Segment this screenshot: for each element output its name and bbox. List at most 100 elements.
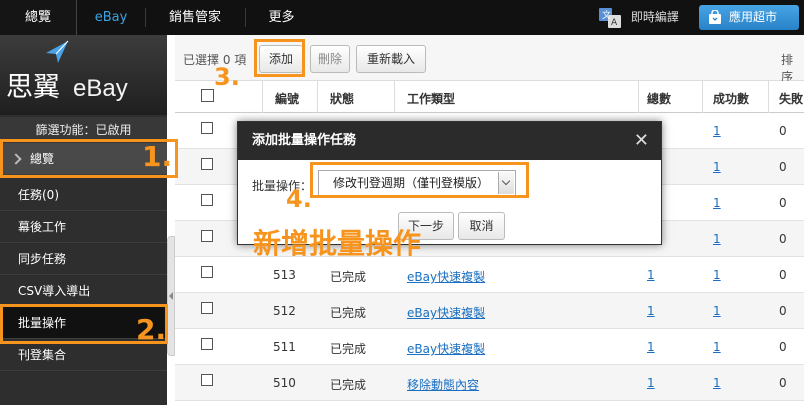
annotation-highlight-select [310, 162, 529, 198]
nav-tab-overview[interactable]: 總覽 [0, 0, 77, 35]
cell-status: 已完成 [330, 306, 367, 320]
svg-text:A: A [611, 18, 618, 28]
sidebar-item-label: 刊登集合 [18, 348, 67, 362]
annotation-step-3: 3. [214, 63, 240, 91]
column-divider [638, 81, 639, 113]
cell-success-link[interactable]: 1 [713, 340, 721, 354]
column-divider [317, 81, 318, 113]
cell-job-type-link[interactable]: 移除動態內容 [407, 376, 479, 393]
column-divider [394, 81, 395, 113]
sidebar-item-label: 幕後工作 [18, 220, 67, 234]
dialog-header: 添加批量操作任務 ✕ [238, 122, 661, 160]
table-header: 編號 狀態 工作類型 總數 成功數 失敗 [175, 81, 804, 113]
instant-translate-link[interactable]: 文 A 即時編譯 [599, 6, 679, 28]
cell-failed: 0 [779, 232, 787, 246]
app-store-button[interactable]: 應用超市 [699, 5, 799, 30]
annotation-step-2: 2. [136, 313, 167, 346]
brand-logo: 思翼 eBay [0, 35, 167, 115]
paper-plane-icon [46, 40, 69, 63]
column-header-job-type[interactable]: 工作類型 [407, 90, 455, 107]
sidebar-item-tasks[interactable]: 任務(0) [0, 179, 167, 211]
column-divider [262, 81, 263, 113]
row-checkbox[interactable] [201, 122, 213, 134]
collapse-arrow-icon [169, 292, 173, 300]
cell-success-link[interactable]: 1 [713, 376, 721, 390]
cell-success-link[interactable]: 1 [713, 268, 721, 282]
brand-name: 思翼 [6, 72, 60, 103]
nav-tab-ebay[interactable]: eBay [77, 0, 145, 35]
sidebar-item-label: CSV導入導出 [18, 284, 91, 298]
column-header-id[interactable]: 編號 [275, 90, 299, 107]
cell-failed: 0 [779, 124, 787, 138]
reload-button[interactable]: 重新載入 [356, 45, 426, 73]
sidebar: 思翼 eBay 篩選功能：已啟用 總覽 任務(0) 幕後工作 同步任務 CSV導… [0, 35, 167, 405]
cell-success-link[interactable]: 1 [713, 304, 721, 318]
cell-success-link[interactable]: 1 [713, 124, 721, 138]
cell-success-link[interactable]: 1 [713, 196, 721, 210]
cell-job-type-link[interactable]: eBay快速複製 [407, 304, 485, 321]
dialog-title: 添加批量操作任務 [252, 133, 357, 148]
annotation-step-1: 1. [142, 140, 173, 173]
sidebar-collapse-handle[interactable] [167, 236, 175, 356]
column-divider [702, 81, 703, 113]
cell-failed: 0 [779, 376, 787, 390]
row-checkbox[interactable] [201, 194, 213, 206]
cell-status: 已完成 [330, 378, 367, 392]
row-checkbox[interactable] [201, 374, 213, 386]
row-checkbox[interactable] [201, 302, 213, 314]
column-divider [768, 81, 769, 113]
annotation-step-4: 4. [286, 185, 312, 213]
nav-tab-sales-manager[interactable]: 銷售管家 [145, 0, 245, 35]
sidebar-item-label: 同步任務 [18, 252, 67, 266]
table-row: 511 已完成 eBay快速複製 1 1 0 [175, 329, 804, 365]
sidebar-item-label: 任務(0) [18, 188, 59, 202]
cell-id: 510 [273, 376, 296, 390]
table-row: 510 已完成 移除動態內容 1 1 0 [175, 365, 804, 401]
row-checkbox[interactable] [201, 158, 213, 170]
cell-failed: 0 [779, 340, 787, 354]
cell-job-type-link[interactable]: eBay快速複製 [407, 340, 485, 357]
cell-success-link[interactable]: 1 [713, 160, 721, 174]
column-header-failed[interactable]: 失敗 [779, 90, 803, 107]
cell-total-link[interactable]: 1 [647, 376, 655, 390]
cell-success-link[interactable]: 1 [713, 232, 721, 246]
cell-id: 511 [273, 340, 296, 354]
row-checkbox[interactable] [201, 266, 213, 278]
nav-tab-more[interactable]: 更多 [245, 0, 318, 35]
row-checkbox[interactable] [201, 338, 213, 350]
translate-label: 即時編譯 [630, 10, 679, 24]
cell-job-type-link[interactable]: eBay快速複製 [407, 268, 485, 285]
cell-failed: 0 [779, 160, 787, 174]
delete-button[interactable]: 刪除 [310, 45, 350, 73]
select-all-checkbox[interactable] [201, 89, 214, 102]
top-nav-bar: 總覽 eBay 銷售管家 更多 文 A 即時編譯 應用超市 [0, 0, 804, 35]
cell-status: 已完成 [330, 270, 367, 284]
sidebar-item-sync-tasks[interactable]: 同步任務 [0, 243, 167, 275]
cell-id: 512 [273, 304, 296, 318]
annotation-highlight-add [254, 39, 305, 77]
sidebar-item-background-jobs[interactable]: 幕後工作 [0, 211, 167, 243]
svg-text:文: 文 [602, 9, 611, 21]
sort-label[interactable]: 排序 [781, 51, 804, 85]
table-row: 512 已完成 eBay快速複製 1 1 0 [175, 293, 804, 329]
column-header-status[interactable]: 狀態 [330, 90, 354, 107]
cell-total-link[interactable]: 1 [647, 268, 655, 282]
column-header-total[interactable]: 總數 [647, 90, 671, 107]
sidebar-item-csv-import-export[interactable]: CSV導入導出 [0, 275, 167, 307]
shopping-bag-icon [709, 10, 721, 24]
app-store-label: 應用超市 [729, 10, 778, 24]
translate-icon: 文 A [599, 7, 621, 28]
table-row: 513 已完成 eBay快速複製 1 1 0 [175, 257, 804, 293]
column-header-success[interactable]: 成功數 [713, 90, 749, 107]
cell-id: 513 [273, 268, 296, 282]
close-icon[interactable]: ✕ [634, 122, 649, 160]
brand-platform: eBay [73, 75, 128, 102]
cell-failed: 0 [779, 304, 787, 318]
cell-total-link[interactable]: 1 [647, 340, 655, 354]
cell-total-link[interactable]: 1 [647, 304, 655, 318]
cell-failed: 0 [779, 196, 787, 210]
cancel-button[interactable]: 取消 [458, 212, 505, 240]
cell-status: 已完成 [330, 342, 367, 356]
annotation-caption: 新增批量操作 [253, 227, 422, 260]
row-checkbox[interactable] [201, 230, 213, 242]
